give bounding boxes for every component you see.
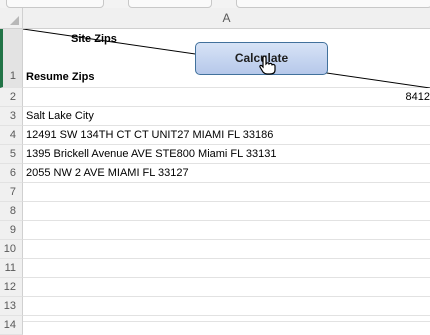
row-header-11[interactable]: 11 — [0, 259, 23, 278]
row-header-8[interactable]: 8 — [0, 202, 23, 221]
ribbon-strip — [0, 0, 430, 8]
row-header-7[interactable]: 7 — [0, 183, 23, 202]
cell-a11[interactable] — [23, 259, 430, 278]
formula-bar-control[interactable] — [128, 0, 212, 8]
row-header-9[interactable]: 9 — [0, 221, 23, 240]
resume-zips-label: Resume Zips — [26, 71, 95, 83]
row-header-2[interactable]: 2 — [0, 88, 23, 107]
row-number: 14 — [3, 319, 16, 331]
cell-a2[interactable]: 8412 — [23, 88, 430, 107]
row-number: 12 — [3, 281, 16, 293]
row-header-14[interactable]: 14 — [0, 316, 23, 335]
row-header-13[interactable]: 13 — [0, 297, 23, 316]
row-header-6[interactable]: 6 — [0, 164, 23, 183]
row-number: 11 — [4, 262, 16, 274]
row-number: 4 — [9, 129, 16, 141]
column-header-a[interactable]: A — [23, 8, 430, 28]
row-number: 9 — [9, 224, 16, 236]
cell-a5[interactable]: 1395 Brickell Avenue AVE STE800 Miami FL… — [23, 145, 430, 164]
cell-a10[interactable] — [23, 240, 430, 259]
cell-a8[interactable] — [23, 202, 430, 221]
site-zips-label: Site Zips — [71, 33, 117, 45]
row-number: 3 — [9, 110, 16, 122]
row-header-3[interactable]: 3 — [0, 107, 23, 126]
cell-a9[interactable] — [23, 221, 430, 240]
name-box[interactable] — [6, 0, 104, 8]
row-header-4[interactable]: 4 — [0, 126, 23, 145]
cell-a3[interactable]: Salt Lake City — [23, 107, 430, 126]
row-number: 6 — [9, 167, 16, 179]
formula-bar[interactable] — [236, 0, 430, 8]
row-number: 7 — [9, 186, 16, 198]
row-header-10[interactable]: 10 — [0, 240, 23, 259]
cell-a4[interactable]: 12491 SW 134TH CT CT UNIT27 MIAMI FL 331… — [23, 126, 430, 145]
row-header-5[interactable]: 5 — [0, 145, 23, 164]
cell-a7[interactable] — [23, 183, 430, 202]
row-number: 1 — [9, 70, 16, 82]
select-all-corner[interactable] — [0, 8, 23, 28]
cell-a12[interactable] — [23, 278, 430, 297]
cell-a14[interactable] — [23, 316, 430, 322]
cell-a13[interactable] — [23, 297, 430, 316]
row-number: 8 — [9, 205, 16, 217]
row-number: 5 — [9, 148, 16, 160]
row-number: 13 — [3, 300, 16, 312]
cell-a6[interactable]: 2055 NW 2 AVE MIAMI FL 33127 — [23, 164, 430, 183]
row-number: 2 — [9, 91, 16, 103]
row-header-1[interactable]: 1 — [0, 29, 23, 88]
hand-pointer-icon — [259, 55, 276, 75]
select-all-triangle-icon — [10, 16, 19, 25]
column-header-bar: A — [0, 8, 430, 29]
row-number: 10 — [3, 243, 16, 255]
row-header-12[interactable]: 12 — [0, 278, 23, 297]
